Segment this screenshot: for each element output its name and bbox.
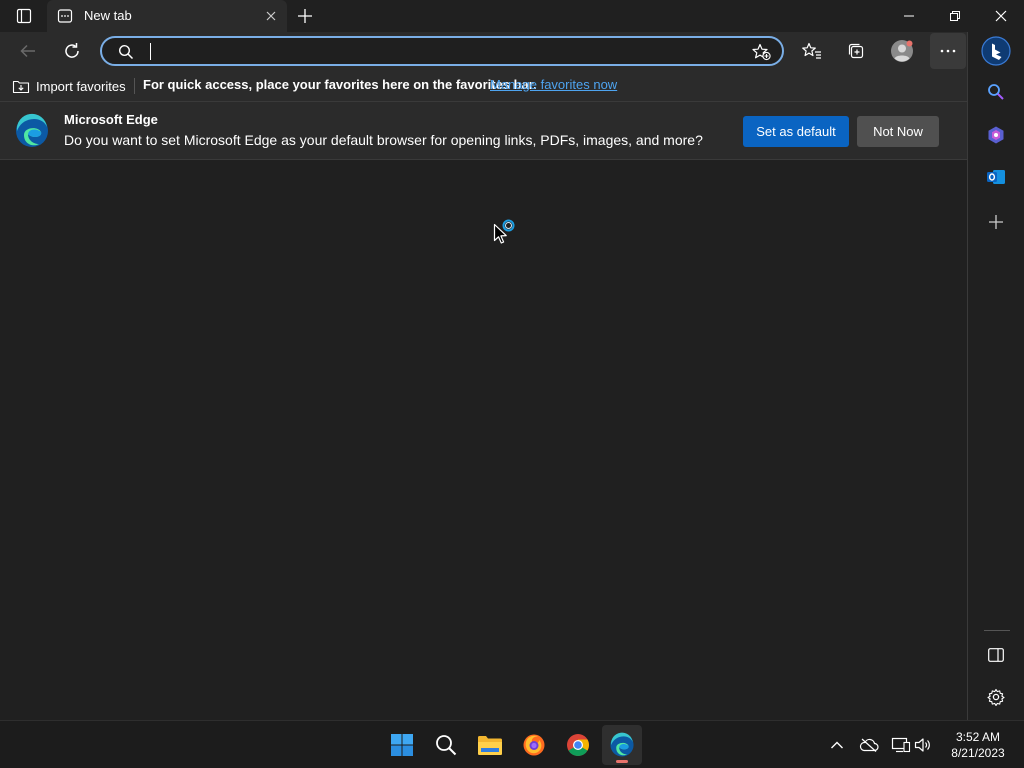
sidebar-search-button[interactable] — [980, 76, 1012, 108]
close-icon — [266, 11, 276, 21]
chrome-button[interactable] — [558, 725, 598, 765]
busy-cursor-icon — [493, 218, 519, 246]
edge-icon — [610, 732, 634, 757]
sidebar — [967, 32, 1024, 720]
import-favorites-label: Import favorites — [36, 78, 126, 94]
refresh-button[interactable] — [56, 35, 88, 67]
collections-icon — [848, 43, 864, 59]
favorites-list-icon — [802, 42, 821, 59]
edge-logo-icon — [14, 113, 50, 149]
star-add-icon — [752, 43, 771, 61]
minimize-button[interactable] — [886, 0, 932, 32]
divider — [984, 630, 1010, 631]
tab-new-tab[interactable]: New tab — [47, 0, 287, 32]
chrome-icon — [567, 734, 589, 756]
tab-close-button[interactable] — [263, 8, 279, 24]
address-bar[interactable] — [100, 36, 784, 66]
default-browser-infobar: Microsoft Edge Do you want to set Micros… — [0, 102, 968, 160]
set-as-default-button[interactable]: Set as default — [743, 116, 849, 147]
page-content-area[interactable] — [0, 160, 967, 720]
collections-button[interactable] — [840, 35, 872, 67]
address-input[interactable] — [148, 42, 728, 60]
gear-icon — [987, 688, 1005, 706]
favorites-bar-hint: For quick access, place your favorites h… — [143, 77, 537, 92]
refresh-icon — [65, 43, 79, 58]
taskbar: 3:52 AM 8/21/2023 — [0, 720, 1024, 768]
tab-title: New tab — [84, 8, 132, 23]
chevron-up-icon — [831, 741, 843, 749]
speaker-icon — [914, 738, 930, 752]
infobar-message: Do you want to set Microsoft Edge as you… — [64, 132, 703, 148]
taskbar-search-button[interactable] — [426, 725, 466, 765]
manage-favorites-link[interactable]: Manage favorites now — [490, 77, 617, 92]
new-tab-button[interactable] — [293, 4, 317, 28]
import-favorites-button[interactable]: Import favorites — [12, 77, 126, 95]
title-bar: New tab — [0, 0, 1024, 32]
divider — [134, 78, 135, 94]
tab-actions-button[interactable] — [8, 4, 40, 28]
edge-taskbar-button[interactable] — [602, 725, 642, 765]
favorites-bar: Import favorites For quick access, place… — [0, 70, 968, 102]
avatar-icon — [891, 40, 913, 62]
hide-sidebar-button[interactable] — [980, 639, 1012, 671]
taskbar-clock[interactable]: 3:52 AM 8/21/2023 — [940, 729, 1016, 761]
clock-date: 8/21/2023 — [951, 746, 1005, 760]
add-favorite-button[interactable] — [752, 43, 772, 61]
firefox-button[interactable] — [514, 725, 554, 765]
plus-icon — [989, 215, 1003, 229]
sidebar-add-button[interactable] — [980, 206, 1012, 238]
network-icon — [891, 737, 911, 753]
sidebar-outlook-button[interactable] — [980, 161, 1012, 193]
restore-icon — [950, 11, 960, 21]
favorites-button[interactable] — [796, 35, 828, 67]
toolbar — [0, 32, 968, 70]
close-icon — [995, 10, 1007, 22]
search-icon — [118, 44, 134, 60]
new-tab-favicon-icon — [57, 8, 73, 24]
sidebar-panel-icon — [988, 648, 1004, 662]
more-options-icon — [940, 49, 956, 53]
file-explorer-button[interactable] — [470, 725, 510, 765]
show-hidden-icons-button[interactable] — [825, 733, 849, 757]
search-icon — [988, 84, 1004, 100]
back-arrow-icon — [20, 44, 35, 58]
window-close-button[interactable] — [978, 0, 1024, 32]
bing-chat-button[interactable] — [980, 35, 1012, 67]
search-icon — [436, 735, 457, 756]
active-app-indicator — [616, 760, 628, 763]
restore-button[interactable] — [932, 0, 978, 32]
volume-button[interactable] — [911, 733, 935, 757]
cloud-offline-icon — [859, 738, 879, 752]
clock-time: 3:52 AM — [955, 730, 1001, 744]
settings-and-more-button[interactable] — [930, 33, 966, 69]
start-button[interactable] — [382, 725, 422, 765]
text-caret — [150, 43, 151, 60]
profile-button[interactable] — [886, 35, 918, 67]
minimize-icon — [904, 15, 914, 17]
import-icon — [12, 80, 30, 94]
bing-copilot-icon — [981, 36, 1011, 66]
network-button[interactable] — [889, 733, 913, 757]
not-now-button[interactable]: Not Now — [857, 116, 939, 147]
onedrive-button[interactable] — [857, 733, 881, 757]
infobar-title: Microsoft Edge — [64, 112, 158, 127]
back-button[interactable] — [12, 35, 44, 67]
tab-actions-icon — [16, 8, 32, 24]
firefox-icon — [523, 734, 545, 756]
windows-start-icon — [391, 734, 413, 756]
sidebar-settings-button[interactable] — [980, 681, 1012, 713]
copilot-icon — [988, 126, 1004, 144]
file-explorer-icon — [478, 736, 502, 755]
sidebar-copilot-button[interactable] — [980, 119, 1012, 151]
plus-icon — [298, 9, 312, 23]
outlook-icon — [987, 170, 1005, 184]
